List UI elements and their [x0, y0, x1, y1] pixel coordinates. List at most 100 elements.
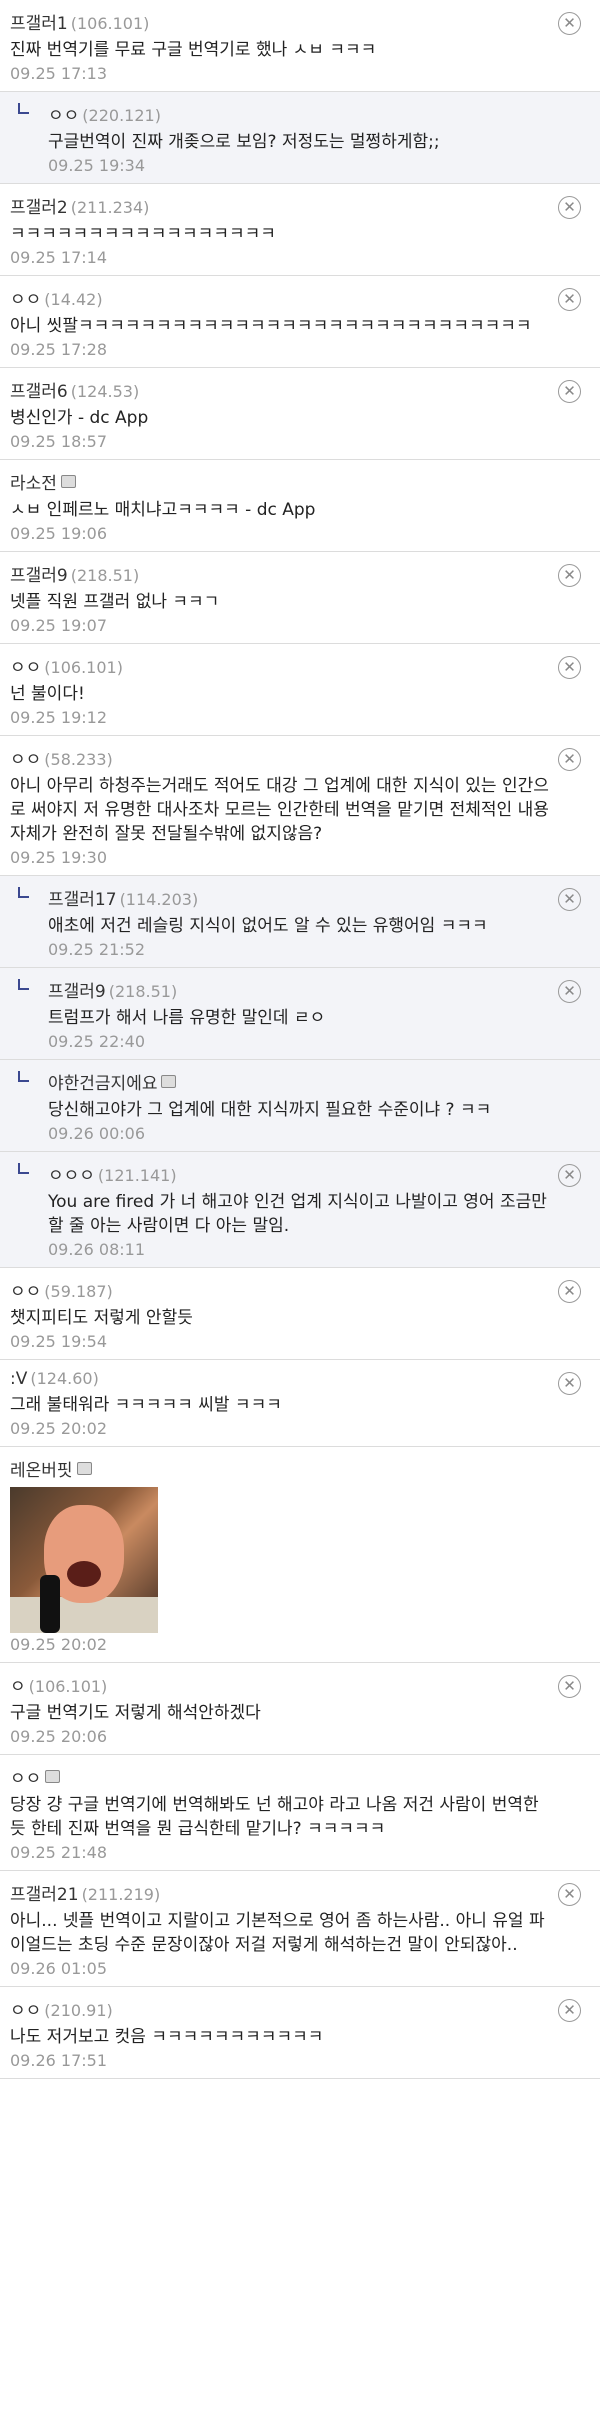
close-circle-icon[interactable]: ✕ — [558, 288, 581, 311]
close-circle-icon[interactable]: ✕ — [558, 564, 581, 587]
comment-nickname[interactable]: ㅇㅇ — [10, 290, 41, 310]
comment-ip: (106.101) — [44, 658, 123, 677]
comment-nickname[interactable]: 프갤러17 — [48, 890, 117, 910]
comment-header: 라소전 — [10, 469, 556, 494]
comment-nickname[interactable]: 프갤러1 — [10, 14, 68, 34]
gallery-badge-icon — [45, 1770, 61, 1783]
close-circle-icon[interactable]: ✕ — [558, 1675, 581, 1698]
comment-text: 트럼프가 해서 나름 유명한 말인데 ㄹㅇ — [48, 1008, 326, 1028]
comment-header: 프갤러1 (106.101) — [10, 9, 556, 34]
comment-date: 09.25 19:30 — [10, 848, 107, 867]
comment-nickname[interactable]: ㅇㅇ — [10, 658, 41, 678]
comment-nickname[interactable]: 레온버핏 — [10, 1461, 73, 1481]
close-circle-icon[interactable]: ✕ — [558, 980, 581, 1003]
close-circle-icon[interactable]: ✕ — [558, 12, 581, 35]
comment: ㅇㅇ (59.187) 챗지피티도 저렇게 안할듯 09.25 19:54 ✕ — [0, 1268, 600, 1360]
close-circle-icon[interactable]: ✕ — [558, 1999, 581, 2022]
comment-nickname[interactable]: 프갤러2 — [10, 198, 68, 218]
comment-date: 09.25 18:57 — [10, 432, 107, 451]
comment-text: 그래 불태워라 ㅋㅋㅋㅋㅋ 씨발 ㅋㅋㅋ — [10, 1395, 282, 1415]
comment-header: ㅇㅇ — [10, 1764, 556, 1789]
reply-comment: ㅇㅇㅇ (121.141) You are fired 가 너 해고야 인건 업계 … — [0, 1152, 600, 1268]
comment-ip: (218.51) — [70, 566, 140, 585]
close-circle-icon[interactable]: ✕ — [558, 1164, 581, 1187]
comment-text: 아니... 넷플 번역이고 지랄이고 기본적으로 영어 좀 하는사람.. 아니 … — [10, 1911, 545, 1955]
comment-nickname[interactable]: 프갤러21 — [10, 1885, 79, 1905]
comment-ip: (114.203) — [119, 890, 199, 909]
reply-arrow-icon — [18, 103, 29, 114]
close-circle-icon[interactable]: ✕ — [558, 656, 581, 679]
comment-header: ㅇㅇ (220.121) — [48, 101, 556, 126]
comment: 프갤러1 (106.101) 진짜 번역기를 무료 구글 번역기로 했나 ㅅㅂ ㅋㅋ… — [0, 0, 600, 92]
close-circle-icon[interactable]: ✕ — [558, 196, 581, 219]
comment-nickname[interactable]: ㅇㅇ — [10, 2001, 41, 2021]
comment-ip: (124.60) — [30, 1369, 99, 1388]
comment-header: 프갤러9 (218.51) — [10, 561, 556, 586]
comment-ip: (121.141) — [97, 1166, 177, 1185]
comment-header: ㅇㅇ (210.91) — [10, 1996, 556, 2021]
comment-nickname[interactable]: 프갤러6 — [10, 382, 68, 402]
comment-image[interactable] — [10, 1487, 158, 1633]
gallery-badge-icon — [60, 475, 76, 488]
comment-ip: (220.121) — [82, 106, 161, 125]
comment-nickname[interactable]: ㅇㅇㅇ — [48, 1166, 95, 1186]
comment-text: 넷플 직원 프갤러 없나 ㅋㅋㄱ — [10, 592, 220, 612]
comment-ip: (211.234) — [70, 198, 150, 217]
comment-header: 프갤러6 (124.53) — [10, 377, 556, 402]
comment-nickname[interactable]: ㅇㅇ — [10, 1282, 41, 1302]
comment-header: ㅇㅇ (58.233) — [10, 745, 556, 770]
comment-header: ㅇ (106.101) — [10, 1672, 556, 1697]
close-circle-icon[interactable]: ✕ — [558, 380, 581, 403]
reply-comment: 야한건금지에요 당신해고야가 그 업계에 대한 지식까지 필요한 수준이냐 ? ㅋ… — [0, 1060, 600, 1152]
comment-date: 09.25 19:07 — [10, 616, 107, 635]
close-circle-icon[interactable]: ✕ — [558, 748, 581, 771]
comment-date: 09.26 17:51 — [10, 2051, 107, 2070]
reply-arrow-icon — [18, 1071, 29, 1082]
reply-comment: ㅇㅇ (220.121) 구글번역이 진짜 개좆으로 보임? 저정도는 멀쩡하게함;… — [0, 92, 600, 184]
comment-nickname[interactable]: ㅇㅇ — [10, 750, 41, 770]
comment-nickname[interactable]: 프갤러9 — [48, 982, 106, 1002]
reply-comment: 프갤러17 (114.203) 애초에 저건 레슬링 지식이 없어도 알 수 있는 … — [0, 876, 600, 968]
comment-date: 09.26 00:06 — [48, 1124, 145, 1143]
comment-ip: (14.42) — [44, 290, 103, 309]
gallery-badge-icon — [76, 1462, 92, 1475]
comment-nickname[interactable]: ㅇㅇ — [10, 1769, 41, 1789]
close-circle-icon[interactable]: ✕ — [558, 1372, 581, 1395]
comment-text: 나도 저거보고 컷음 ㅋㅋㅋㅋㅋㅋㅋㅋㅋㅋㅋ — [10, 2027, 324, 2047]
comment-nickname[interactable]: 프갤러9 — [10, 566, 68, 586]
comment-nickname[interactable]: 야한건금지에요 — [48, 1074, 157, 1094]
comment-date: 09.25 19:12 — [10, 708, 107, 727]
comment-header: 야한건금지에요 — [48, 1069, 556, 1094]
comment-nickname[interactable]: ㅇ — [10, 1677, 26, 1697]
comment-text: 구글 번역기도 저렇게 해석안하겠다 — [10, 1703, 261, 1723]
comment: ㅇㅇ 당장 걍 구글 번역기에 번역해봐도 넌 해고야 라고 나옴 저건 사람이 … — [0, 1755, 600, 1871]
comment-list: 프갤러1 (106.101) 진짜 번역기를 무료 구글 번역기로 했나 ㅅㅂ ㅋㅋ… — [0, 0, 600, 2079]
comment-ip: (218.51) — [108, 982, 178, 1001]
comment: 프갤러2 (211.234) ㅋㅋㅋㅋㅋㅋㅋㅋㅋㅋㅋㅋㅋㅋㅋㅋㅋ 09.25 17:1… — [0, 184, 600, 276]
comment-text: 챗지피티도 저렇게 안할듯 — [10, 1308, 193, 1328]
comment-text: 아니 아무리 하청주는거래도 적어도 대강 그 업계에 대한 지식이 있는 인간… — [10, 776, 549, 844]
comment-header: 프갤러2 (211.234) — [10, 193, 556, 218]
comment-text: ㅅㅂ 인페르노 매치냐고ㅋㅋㅋㅋ - dc App — [10, 500, 316, 520]
comment-text: 넌 불이다! — [10, 684, 85, 704]
comment: :V (124.60) 그래 불태워라 ㅋㅋㅋㅋㅋ 씨발 ㅋㅋㅋ 09.25 20:0… — [0, 1360, 600, 1447]
comment-nickname[interactable]: :V — [10, 1369, 27, 1389]
comment-text: ㅋㅋㅋㅋㅋㅋㅋㅋㅋㅋㅋㅋㅋㅋㅋㅋㅋ — [10, 224, 276, 244]
close-circle-icon[interactable]: ✕ — [558, 888, 581, 911]
comment-ip: (106.101) — [28, 1677, 108, 1696]
comment-nickname[interactable]: ㅇㅇ — [48, 106, 79, 126]
comment-date: 09.26 08:11 — [48, 1240, 145, 1259]
comment-date: 09.25 17:28 — [10, 340, 107, 359]
close-circle-icon[interactable]: ✕ — [558, 1280, 581, 1303]
reply-arrow-icon — [18, 979, 29, 990]
comment: 라소전 ㅅㅂ 인페르노 매치냐고ㅋㅋㅋㅋ - dc App 09.25 19:06 — [0, 460, 600, 552]
reply-comment: 프갤러9 (218.51) 트럼프가 해서 나름 유명한 말인데 ㄹㅇ 09.25 2… — [0, 968, 600, 1060]
gallery-badge-icon — [161, 1075, 177, 1088]
comment-text: You are fired 가 너 해고야 인건 업계 지식이고 나발이고 영어… — [48, 1192, 547, 1236]
comment-ip: (59.187) — [44, 1282, 113, 1301]
close-circle-icon[interactable]: ✕ — [558, 1883, 581, 1906]
comment: ㅇㅇ (58.233) 아니 아무리 하청주는거래도 적어도 대강 그 업계에 대한… — [0, 736, 600, 876]
comment-header: 프갤러9 (218.51) — [48, 977, 556, 1002]
comment-text: 진짜 번역기를 무료 구글 번역기로 했나 ㅅㅂ ㅋㅋㅋ — [10, 40, 377, 60]
comment-nickname[interactable]: 라소전 — [10, 474, 57, 494]
